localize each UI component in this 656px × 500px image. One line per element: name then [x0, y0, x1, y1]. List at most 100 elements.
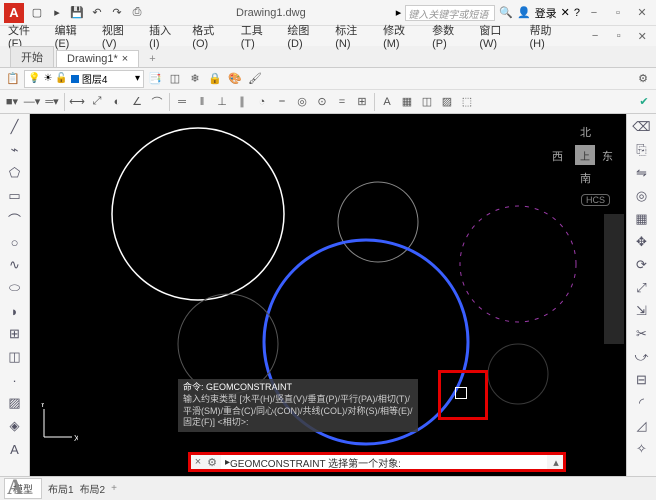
insert-icon[interactable]: ⊞	[0, 323, 29, 345]
constraint-coincident-icon[interactable]: ⊙	[312, 93, 332, 111]
ellipse-icon[interactable]: ⬭	[0, 277, 29, 299]
layer-color-icon[interactable]: 🎨	[226, 70, 244, 88]
constraint-concentric-icon[interactable]: ◎	[292, 93, 312, 111]
search-arrow-icon[interactable]: ▸	[396, 6, 402, 19]
tab-drawing[interactable]: Drawing1*×	[56, 50, 139, 67]
command-input[interactable]: ▸ GEOMCONSTRAINT 选择第一个对象:	[221, 455, 547, 469]
menu-param[interactable]: 参数(P)	[428, 22, 471, 50]
new-icon[interactable]: ▢	[28, 4, 46, 22]
ellipse-arc-icon[interactable]: ◗	[0, 300, 29, 322]
dim-radius-icon[interactable]: ◐	[107, 93, 127, 111]
layout1-tab[interactable]: 布局1	[48, 481, 74, 496]
menu-help[interactable]: 帮助(H)	[526, 22, 570, 50]
mtext-icon[interactable]: A	[0, 438, 29, 460]
dim-angular-icon[interactable]: ∠	[127, 93, 147, 111]
navigation-bar[interactable]	[604, 214, 624, 344]
region-icon[interactable]: ◈	[0, 415, 29, 437]
view-cube[interactable]: 北 南 西 东 上	[550, 120, 620, 190]
add-layout-button[interactable]: +	[111, 483, 117, 494]
gear-icon[interactable]: ⚙	[634, 70, 652, 88]
viewcube-top[interactable]: 上	[575, 145, 595, 165]
check-icon[interactable]: ✔	[634, 93, 654, 111]
spline-icon[interactable]: ∿	[0, 254, 29, 276]
viewcube-east[interactable]: 东	[602, 148, 613, 164]
search-icon[interactable]: 🔍	[499, 6, 513, 19]
line-icon[interactable]: ╱	[0, 116, 29, 138]
menu-format[interactable]: 格式(O)	[188, 22, 232, 50]
offset-icon[interactable]: ◎	[627, 185, 656, 207]
stretch-icon[interactable]: ⇲	[627, 300, 656, 322]
layer-state-icon[interactable]: 📑	[146, 70, 164, 88]
search-input[interactable]: 键入关键字或短语	[405, 5, 495, 21]
menu-tools[interactable]: 工具(T)	[237, 22, 280, 50]
layout2-tab[interactable]: 布局2	[80, 481, 106, 496]
constraint-equal-icon[interactable]: =	[332, 93, 352, 111]
undo-icon[interactable]: ↶	[88, 4, 106, 22]
close-button[interactable]: ✕	[632, 6, 652, 19]
erase-icon[interactable]: ⌫	[627, 116, 656, 138]
tab-start[interactable]: 开始	[10, 46, 54, 67]
color-dropdown[interactable]: ■▾	[2, 93, 22, 111]
arc-icon[interactable]: ⌒	[0, 208, 29, 230]
minimize-button[interactable]: −	[584, 7, 604, 19]
constraint-perp-icon[interactable]: ⊥	[212, 93, 232, 111]
text-style-icon[interactable]: A	[0, 474, 30, 500]
chamfer-icon[interactable]: ◿	[627, 415, 656, 437]
constraint-horiz-icon[interactable]: ═	[172, 93, 192, 111]
menu-edit[interactable]: 编辑(E)	[51, 22, 94, 50]
menu-insert[interactable]: 插入(I)	[145, 22, 184, 50]
block-icon[interactable]: ◫	[417, 93, 437, 111]
table-icon[interactable]: ▦	[397, 93, 417, 111]
text-icon[interactable]: A	[377, 93, 397, 111]
break-icon[interactable]: ⊟	[627, 369, 656, 391]
lineweight-dropdown[interactable]: ═▾	[42, 93, 62, 111]
constraint-tangent-icon[interactable]: ◔	[252, 93, 272, 111]
linetype-dropdown[interactable]: —▾	[22, 93, 42, 111]
print-icon[interactable]: ⎙	[128, 4, 146, 22]
layer-props-icon[interactable]: 📋	[4, 70, 22, 88]
constraint-vert-icon[interactable]: ‖	[192, 93, 212, 111]
viewcube-west[interactable]: 西	[552, 148, 563, 164]
viewcube-north[interactable]: 北	[580, 124, 591, 140]
app-icon[interactable]: A	[4, 3, 24, 23]
menu-window[interactable]: 窗口(W)	[475, 22, 521, 50]
rectangle-icon[interactable]: ▭	[0, 185, 29, 207]
tab-close-icon[interactable]: ×	[122, 53, 128, 65]
open-icon[interactable]: ▸	[48, 4, 66, 22]
menu-view[interactable]: 视图(V)	[98, 22, 141, 50]
array-icon[interactable]: ▦	[627, 208, 656, 230]
point-icon[interactable]: ·	[0, 369, 29, 391]
cmd-history-icon[interactable]: ▴	[549, 456, 563, 469]
viewcube-south[interactable]: 南	[580, 170, 591, 186]
help-icon[interactable]: ?	[574, 7, 580, 19]
hatch-icon[interactable]: ▨	[437, 93, 457, 111]
menu-modify[interactable]: 修改(M)	[379, 22, 424, 50]
copy-icon[interactable]: ⎘	[627, 139, 656, 161]
dim-arc-icon[interactable]: ⌒	[147, 93, 167, 111]
trim-icon[interactable]: ✂	[627, 323, 656, 345]
explode-icon[interactable]: ✧	[627, 438, 656, 460]
layer-dropdown[interactable]: 💡 ☀ 🔓 图层4 ▾	[24, 70, 144, 88]
maximize-button[interactable]: ▫	[608, 7, 628, 19]
tab-add-button[interactable]: +	[141, 51, 163, 67]
constraint-fix-icon[interactable]: ⊞	[352, 93, 372, 111]
doc-close-button[interactable]: ✕	[632, 30, 652, 43]
menu-dimension[interactable]: 标注(N)	[331, 22, 375, 50]
constraint-colinear-icon[interactable]: ⎯	[272, 93, 292, 111]
layer-match-icon[interactable]: 🖌	[246, 70, 264, 88]
dim-aligned-icon[interactable]: ⤢	[87, 93, 107, 111]
exchange-icon[interactable]: ✕	[561, 6, 570, 19]
user-icon[interactable]: 👤	[517, 6, 531, 19]
scale-icon[interactable]: ⤢	[627, 277, 656, 299]
polygon-icon[interactable]: ⬠	[0, 162, 29, 184]
move-icon[interactable]: ✥	[627, 231, 656, 253]
cmd-opts-icon[interactable]: ⚙	[205, 456, 219, 469]
rotate-icon[interactable]: ⟳	[627, 254, 656, 276]
drawing-canvas[interactable]: 北 南 西 东 上 HCS YX 命令: GEOMCONSTRAINT 输入约束…	[30, 114, 626, 476]
fillet-icon[interactable]: ◜	[627, 392, 656, 414]
layer-freeze-icon[interactable]: ❄	[186, 70, 204, 88]
circle-icon[interactable]: ○	[0, 231, 29, 253]
constraint-parallel-icon[interactable]: ∥	[232, 93, 252, 111]
doc-min-button[interactable]: −	[585, 30, 605, 42]
dim-linear-icon[interactable]: ⟷	[67, 93, 87, 111]
